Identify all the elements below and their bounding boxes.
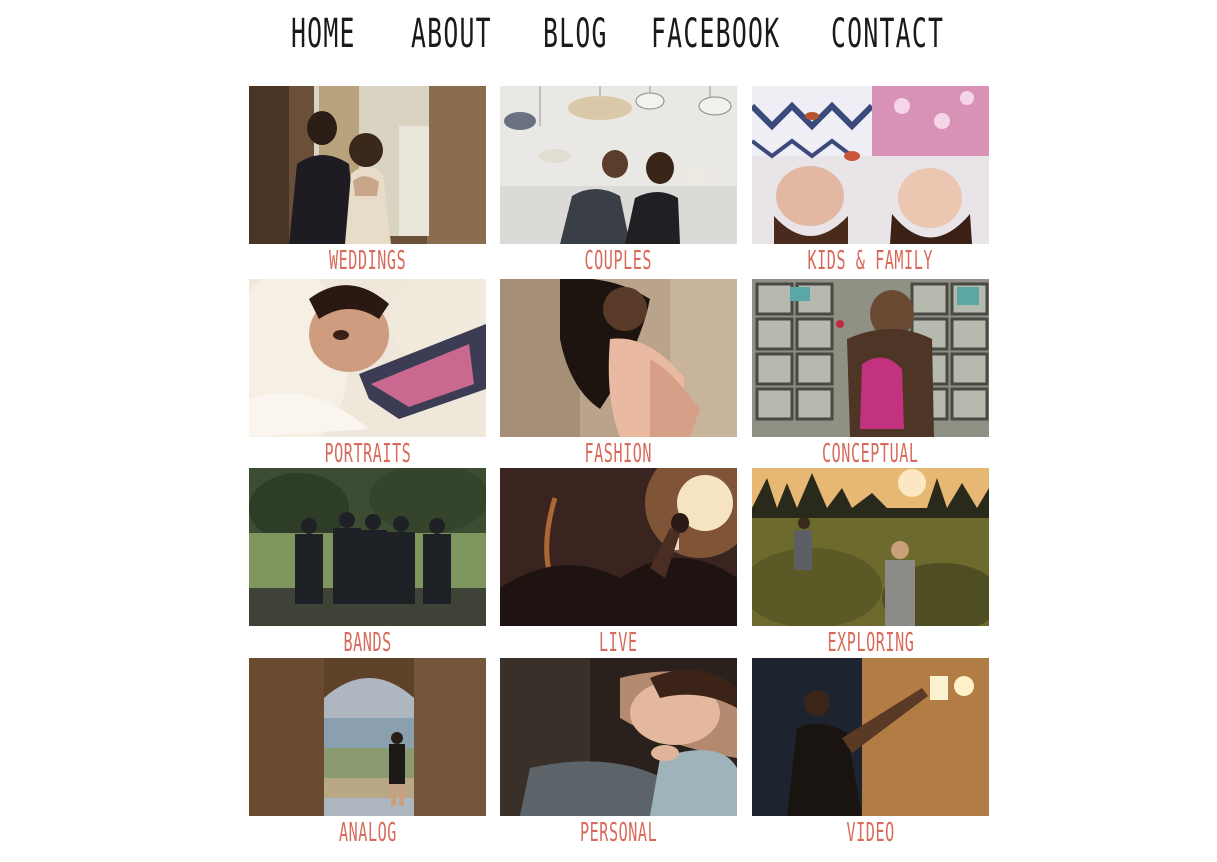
gallery-tile-conceptual[interactable]: CONCEPTUAL xyxy=(752,279,990,469)
fashion-photo xyxy=(500,279,737,437)
main-nav: HOME ABOUT BLOG FACEBOOK CONTACT xyxy=(0,0,1217,70)
analog-caption: ANALOG xyxy=(338,818,397,848)
weddings-caption: WEDDINGS xyxy=(328,246,407,276)
weddings-photo xyxy=(249,86,486,244)
gallery-tile-bands[interactable]: BANDS xyxy=(249,468,487,658)
gallery-tile-exploring[interactable]: EXPLORING xyxy=(752,468,990,658)
gallery-tile-couples[interactable]: COUPLES xyxy=(500,86,738,276)
conceptual-caption: CONCEPTUAL xyxy=(822,439,919,469)
gallery-tile-portraits[interactable]: PORTRAITS xyxy=(249,279,487,469)
fashion-caption: FASHION xyxy=(584,439,653,469)
bands-photo xyxy=(249,468,486,626)
gallery-tile-kids-family[interactable]: KIDS & FAMILY xyxy=(752,86,990,276)
couples-photo xyxy=(500,86,737,244)
video-caption: VIDEO xyxy=(846,818,895,848)
gallery-tile-analog[interactable]: ANALOG xyxy=(249,658,487,848)
portraits-caption: PORTRAITS xyxy=(324,439,411,469)
analog-photo xyxy=(249,658,486,816)
portraits-photo xyxy=(249,279,486,437)
nav-link-contact[interactable]: CONTACT xyxy=(831,8,944,60)
bands-caption: BANDS xyxy=(343,628,392,658)
gallery-tile-video[interactable]: VIDEO xyxy=(752,658,990,848)
couples-caption: COUPLES xyxy=(584,246,653,276)
conceptual-photo xyxy=(752,279,989,437)
gallery-tile-weddings[interactable]: WEDDINGS xyxy=(249,86,487,276)
kids-family-caption: KIDS & FAMILY xyxy=(807,246,934,276)
gallery-tile-personal[interactable]: PERSONAL xyxy=(500,658,738,848)
exploring-photo xyxy=(752,468,989,626)
nav-link-about[interactable]: ABOUT xyxy=(411,8,492,60)
nav-link-blog[interactable]: BLOG xyxy=(543,8,608,60)
live-caption: LIVE xyxy=(599,628,638,658)
personal-caption: PERSONAL xyxy=(579,818,658,848)
nav-link-facebook[interactable]: FACEBOOK xyxy=(651,8,780,60)
kids-family-photo xyxy=(752,86,989,244)
nav-link-home[interactable]: HOME xyxy=(291,8,356,60)
gallery-tile-fashion[interactable]: FASHION xyxy=(500,279,738,469)
gallery-tile-live[interactable]: LIVE xyxy=(500,468,738,658)
personal-photo xyxy=(500,658,737,816)
exploring-caption: EXPLORING xyxy=(827,628,914,658)
video-photo xyxy=(752,658,989,816)
live-photo xyxy=(500,468,737,626)
